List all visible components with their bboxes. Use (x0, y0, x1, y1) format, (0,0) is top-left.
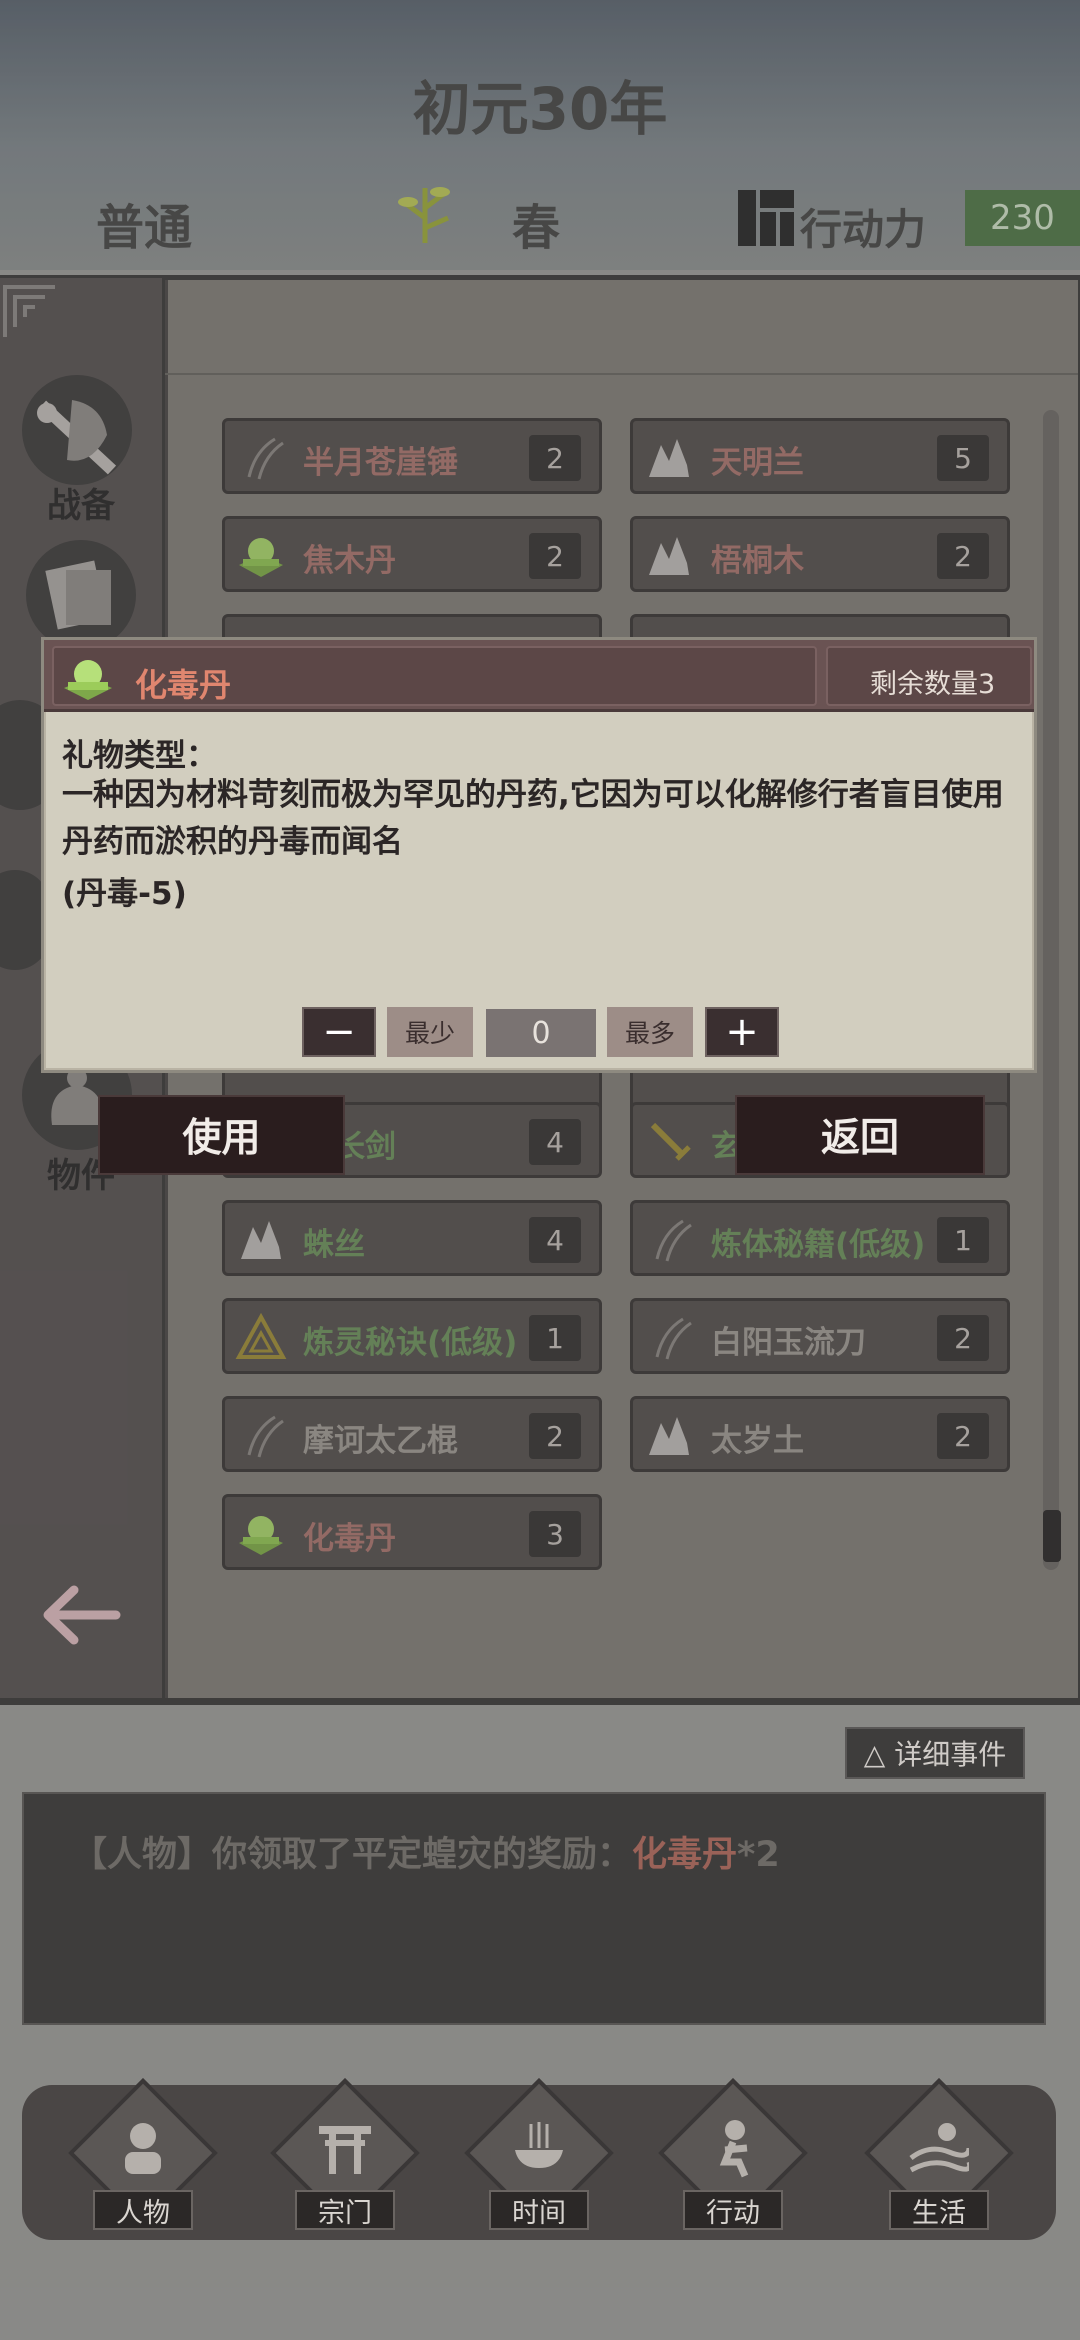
item-name: 炼灵秘诀(低级) (303, 1325, 518, 1361)
item-count: 2 (529, 533, 581, 579)
person-icon (125, 2123, 161, 2174)
season-label: 春 (512, 200, 561, 256)
slash-icon (247, 437, 284, 480)
item-name: 焦木丹 (303, 543, 396, 579)
item-count: 1 (529, 1315, 581, 1361)
year-title: 初元30年 (412, 75, 668, 143)
action-points-label: 行动力 (800, 205, 927, 254)
nav-action-label: 行动 (683, 2190, 783, 2230)
sidebar-tab-battle[interactable] (22, 375, 132, 485)
sword-icon (650, 1122, 691, 1161)
incense-burner-icon (515, 2122, 563, 2168)
item-name: 化毒丹 (303, 1521, 396, 1557)
nav-sect[interactable]: 宗门 (270, 2078, 420, 2240)
sidebar-tab-scrolls[interactable] (26, 540, 136, 650)
gift-type-label: 礼物类型： (62, 738, 217, 774)
herb-icon (649, 439, 689, 477)
sword-shield-icon (37, 400, 117, 475)
item-name: 摩诃太乙棍 (303, 1423, 458, 1459)
item-grid-header (165, 280, 1078, 375)
nav-life-label: 生活 (889, 2190, 989, 2230)
item-count: 1 (937, 1217, 989, 1263)
nav-character-label: 人物 (93, 2190, 193, 2230)
item-slot[interactable]: 蛛丝 4 (222, 1200, 602, 1276)
item-description: 一种因为材料苛刻而极为罕见的丹药,它因为可以化解修行者盲目使用丹药而淤积的丹毒而… (62, 777, 1004, 860)
item-name: 太岁土 (711, 1423, 804, 1459)
item-effect: (丹毒-5) (62, 876, 187, 912)
scrollbar-track[interactable] (1043, 410, 1059, 1570)
nav-time-label: 时间 (489, 2190, 589, 2230)
slash-icon (655, 1219, 692, 1262)
herb-icon (649, 537, 689, 575)
use-button[interactable]: 使用 (98, 1095, 345, 1175)
item-slot[interactable]: 梧桐木 2 (630, 516, 1010, 592)
pill-icon (239, 538, 283, 577)
detail-events-button[interactable]: △ 详细事件 (845, 1727, 1025, 1779)
item-count: 2 (937, 1315, 989, 1361)
item-slot[interactable]: 化毒丹 3 (222, 1494, 602, 1570)
item-name: 白阳玉流刀 (711, 1325, 866, 1361)
item-slot[interactable]: 白阳玉流刀 2 (630, 1298, 1010, 1374)
nav-action[interactable]: 行动 (658, 2078, 808, 2240)
item-name: 炼体秘籍(低级) (711, 1227, 926, 1263)
item-name: 天明兰 (711, 445, 804, 481)
quantity-input[interactable]: 0 (486, 1009, 596, 1057)
landscape-icon (909, 2123, 969, 2173)
triangle-icon (235, 1312, 287, 1359)
item-slot[interactable]: 太岁土 2 (630, 1396, 1010, 1472)
sidebar-tab-4[interactable] (0, 870, 50, 970)
event-entry: 【人物】你领取了平定蝗灾的奖励：化毒丹*2 (72, 1826, 780, 1877)
increase-button[interactable]: + (705, 1007, 779, 1057)
item-count: 2 (529, 1413, 581, 1459)
sidebar-label-battle: 战备 (47, 486, 115, 526)
item-count: 2 (937, 1413, 989, 1459)
item-count: 5 (937, 435, 989, 481)
item-count: 3 (529, 1511, 581, 1557)
running-person-icon (719, 2120, 749, 2178)
item-count: 4 (529, 1217, 581, 1263)
nav-sect-label: 宗门 (295, 2190, 395, 2230)
item-slot[interactable]: 炼体秘籍(低级) 1 (630, 1200, 1010, 1276)
event-suffix: *2 (737, 1835, 780, 1875)
item-name: 蛛丝 (303, 1227, 365, 1263)
min-button[interactable]: 最少 (387, 1007, 473, 1057)
remaining-count: 剩余数量3 (870, 669, 996, 700)
pill-icon (64, 660, 112, 700)
gate-icon (319, 2126, 371, 2174)
decrease-button[interactable]: − (302, 1007, 376, 1057)
action-points-icon (738, 190, 794, 246)
popup-title: 化毒丹 (135, 666, 232, 704)
nav-time[interactable]: 时间 (464, 2078, 614, 2240)
item-slot[interactable]: 摩诃太乙棍 2 (222, 1396, 602, 1472)
scrollbar-thumb[interactable] (1043, 1510, 1061, 1562)
slash-icon (247, 1415, 284, 1458)
difficulty-label: 普通 (96, 200, 193, 256)
event-item-highlight: 化毒丹 (632, 1835, 738, 1875)
back-arrow-icon[interactable] (36, 1580, 126, 1650)
item-name: 半月苍崖锤 (303, 445, 458, 481)
item-slot[interactable]: 半月苍崖锤 2 (222, 418, 602, 494)
max-button[interactable]: 最多 (607, 1007, 693, 1057)
pill-icon (239, 1516, 283, 1555)
item-count: 2 (529, 435, 581, 481)
item-slot[interactable]: 天明兰 5 (630, 418, 1010, 494)
item-slot[interactable]: 焦木丹 2 (222, 516, 602, 592)
nav-character[interactable]: 人物 (68, 2078, 218, 2240)
corner-ornament-icon (3, 285, 55, 337)
item-count: 2 (937, 533, 989, 579)
herb-icon (241, 1221, 281, 1259)
slash-icon (655, 1317, 692, 1360)
return-button[interactable]: 返回 (735, 1095, 985, 1175)
item-name: 梧桐木 (711, 543, 804, 579)
action-points-value: 230 (965, 190, 1080, 246)
bamboo-icon (398, 187, 450, 243)
item-count: 4 (529, 1119, 581, 1165)
item-slot[interactable]: 炼灵秘诀(低级) 1 (222, 1298, 602, 1374)
herb-icon (649, 1417, 689, 1455)
event-prefix: 【人物】你领取了平定蝗灾的奖励： (72, 1835, 633, 1875)
scroll-icon (45, 560, 111, 630)
nav-life[interactable]: 生活 (864, 2078, 1014, 2240)
